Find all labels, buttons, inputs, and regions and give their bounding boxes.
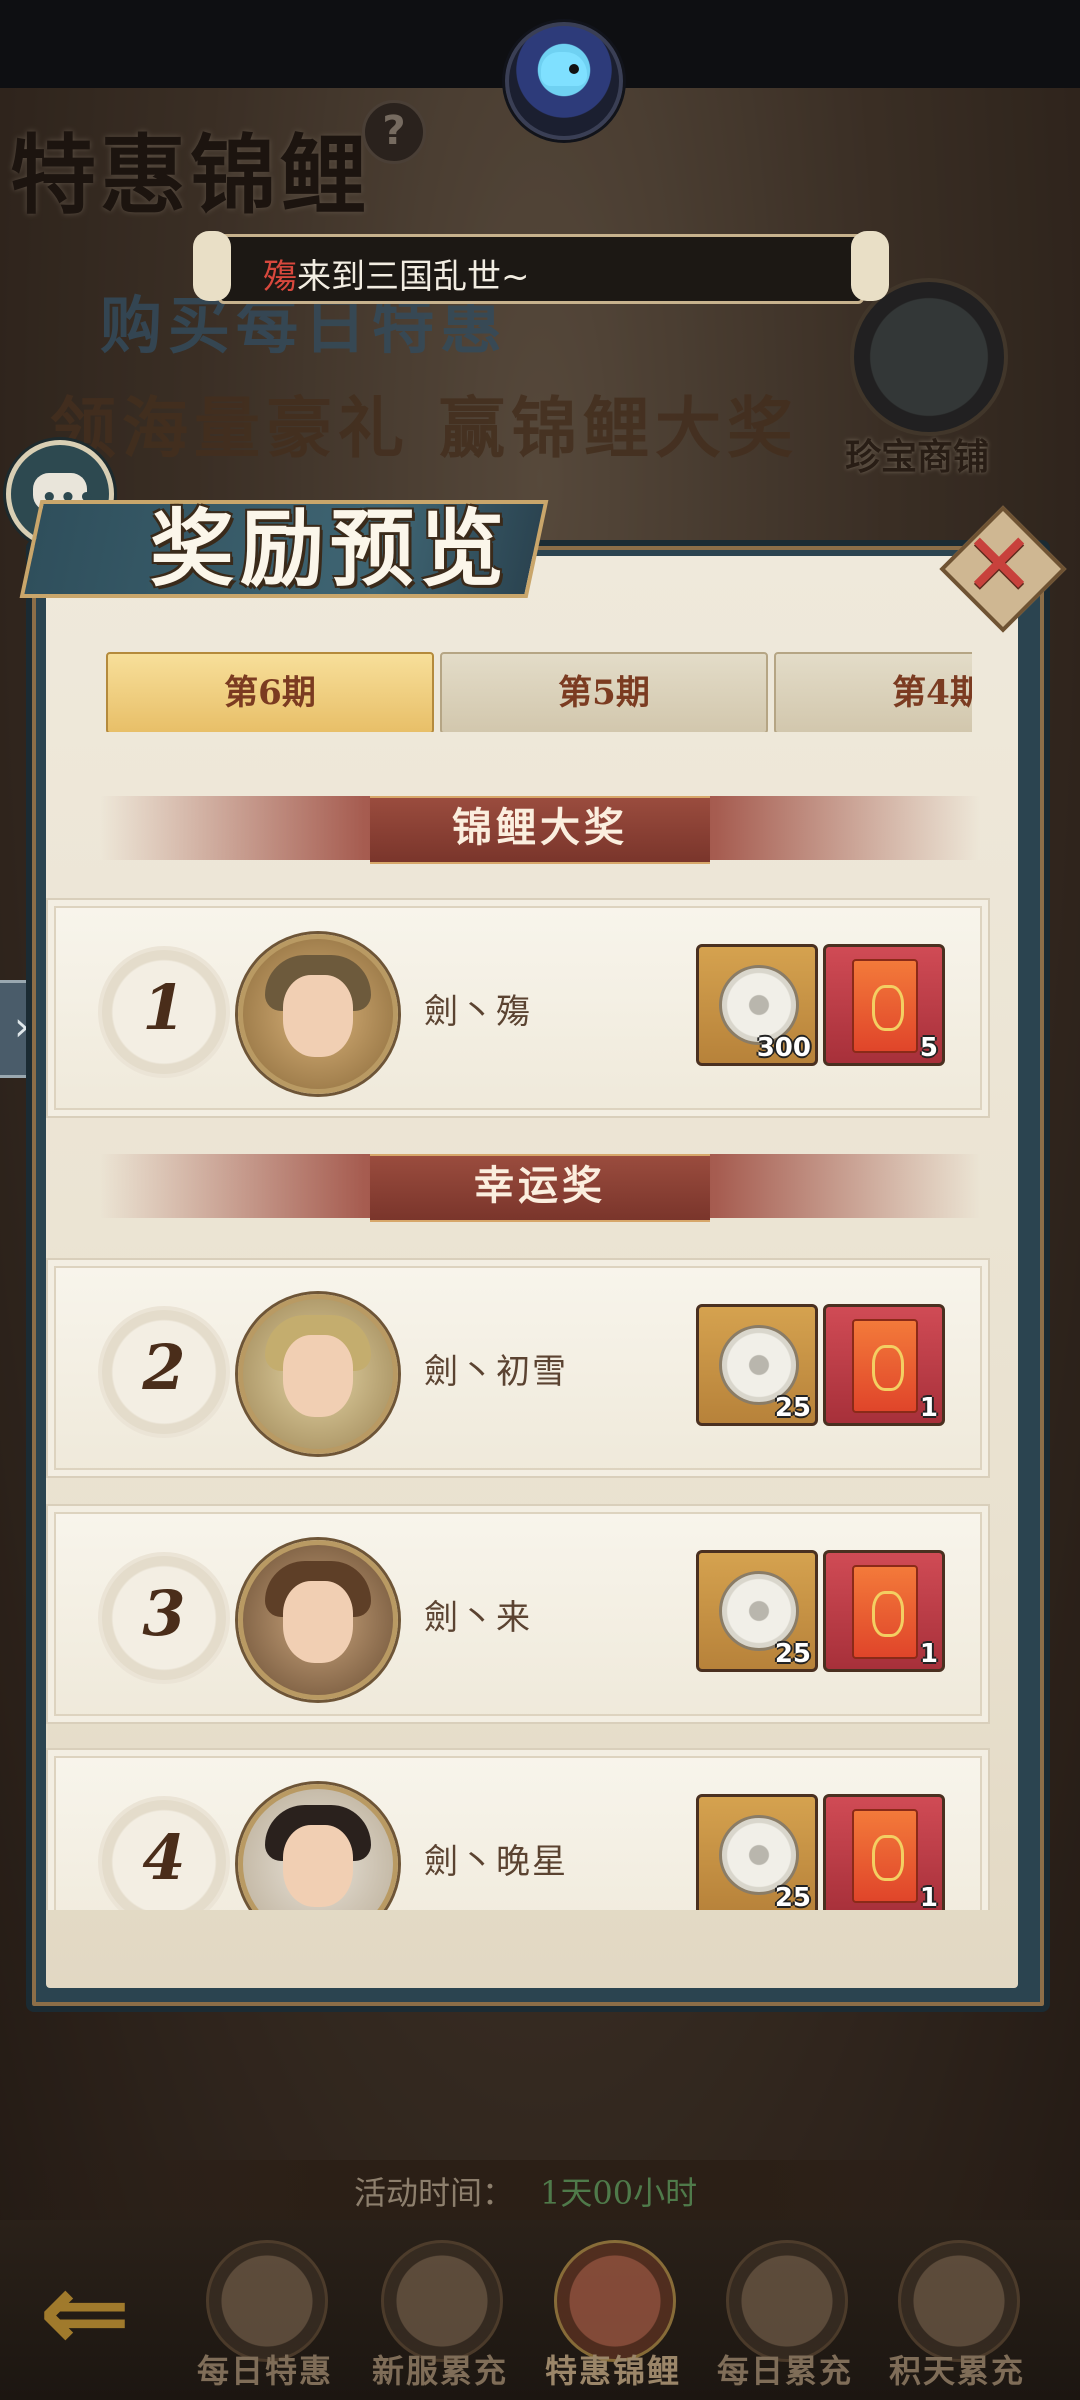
nav-label: 新服累充 (371, 2352, 508, 2390)
red-envelope-icon (852, 959, 918, 1053)
red-envelope-icon (852, 1319, 918, 1413)
marquee-player-name: 殤 (263, 257, 297, 297)
row-4-clip: 4 劍丶晚星 25 1 (0, 1748, 1080, 1910)
daily-recharge-icon (726, 2240, 848, 2362)
new-server-recharge-icon (381, 2240, 503, 2362)
red-envelope-quantity: 1 (919, 1393, 938, 1423)
red-envelope-icon (852, 1565, 918, 1659)
red-envelope-reward-item[interactable]: 1 (823, 1550, 945, 1672)
red-envelope-icon (852, 1809, 918, 1903)
daily-deals-icon (206, 2240, 328, 2362)
period-tabs: 第6期 第5期 第4期 (106, 652, 972, 732)
nav-daily-recharge[interactable]: 每日累充 (700, 2240, 870, 2400)
mascot-avatar-icon[interactable] (505, 22, 623, 140)
player-avatar[interactable] (238, 1540, 398, 1700)
red-envelope-quantity: 1 (919, 1883, 938, 1910)
reward-row-3: 3 劍丶来 25 1 (46, 1504, 990, 1724)
activity-time-value: 1天00小时 (540, 2174, 698, 2212)
player-avatar[interactable] (238, 1784, 398, 1910)
coin-quantity: 25 (774, 1393, 811, 1423)
coin-reward-item[interactable]: 300 (696, 944, 818, 1066)
player-name: 劍丶初雪 (424, 1352, 568, 1392)
coin-quantity: 25 (774, 1639, 811, 1669)
coin-quantity: 300 (756, 1033, 811, 1063)
rank-number: 3 (142, 1577, 186, 1650)
player-name: 劍丶晚星 (424, 1842, 568, 1882)
nav-label: 特惠锦鲤 (544, 2352, 681, 2390)
accumulated-recharge-icon (898, 2240, 1020, 2362)
tab-period-4[interactable]: 第4期 (774, 652, 972, 732)
coin-reward-item[interactable]: 25 (696, 1304, 818, 1426)
modal-title: 奖励预览 (150, 499, 511, 598)
red-envelope-reward-item[interactable]: 5 (823, 944, 945, 1066)
rank-number: 4 (142, 1821, 186, 1894)
rank-number: 2 (142, 1331, 186, 1404)
back-arrow-icon[interactable]: ⇐ (10, 2257, 160, 2372)
reward-row-2: 2 劍丶初雪 25 1 (46, 1258, 990, 1478)
reward-row-1: 1 劍丶殤 300 5 (46, 898, 990, 1118)
tab-period-6[interactable]: 第6期 (106, 652, 434, 732)
nav-daily-deals[interactable]: 每日特惠 (180, 2240, 350, 2400)
coin-reward-item[interactable]: 25 (696, 1794, 818, 1910)
nav-lucky-koi[interactable]: 特惠锦鲤 (528, 2240, 698, 2400)
player-avatar[interactable] (238, 934, 398, 1094)
rank-number: 1 (142, 971, 186, 1044)
red-envelope-quantity: 1 (919, 1639, 938, 1669)
red-envelope-reward-item[interactable]: 1 (823, 1304, 945, 1426)
activity-time-label: 活动时间： (354, 2174, 515, 2212)
marquee-message: 来到三国乱世~ (297, 257, 530, 297)
close-icon[interactable]: ✕ (958, 522, 1040, 608)
coin-reward-item[interactable]: 25 (696, 1550, 818, 1672)
red-envelope-reward-item[interactable]: 1 (823, 1794, 945, 1910)
lucky-koi-icon (554, 2240, 676, 2362)
coin-quantity: 25 (774, 1883, 811, 1910)
player-name: 劍丶殤 (424, 992, 532, 1032)
nav-label: 每日累充 (716, 2352, 853, 2390)
grand-prize-heading: 锦鲤大奖 (452, 804, 628, 851)
red-envelope-quantity: 5 (919, 1033, 938, 1063)
announcement-marquee: 殤来到三国乱世~ (193, 231, 889, 304)
nav-accumulated-recharge[interactable]: 积天累充 (872, 2240, 1042, 2400)
tab-period-5[interactable]: 第5期 (440, 652, 768, 732)
nav-label: 积天累充 (888, 2352, 1025, 2390)
lucky-prize-heading: 幸运奖 (474, 1162, 606, 1209)
player-avatar[interactable] (238, 1294, 398, 1454)
player-name: 劍丶来 (424, 1598, 532, 1638)
reward-row-4: 4 劍丶晚星 25 1 (46, 1748, 990, 1910)
nav-label: 每日特惠 (196, 2352, 333, 2390)
nav-new-server-recharge[interactable]: 新服累充 (355, 2240, 525, 2400)
